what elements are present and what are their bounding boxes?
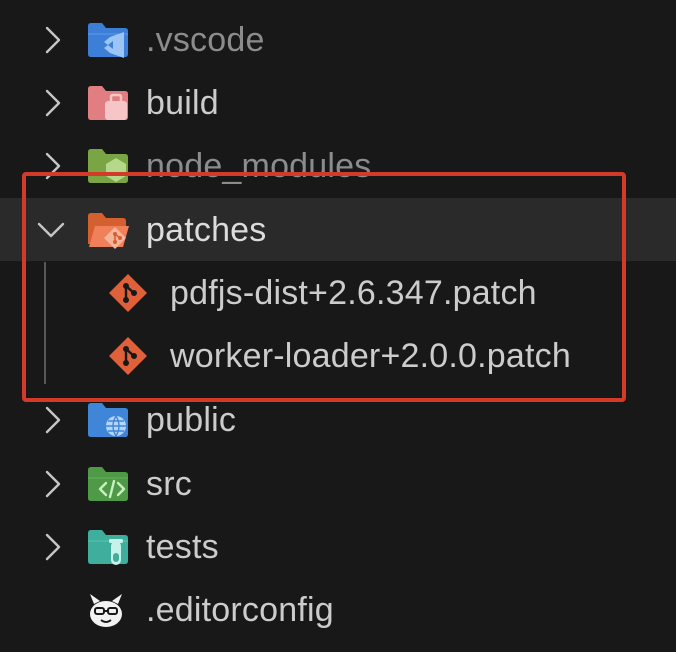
tree-item-label: pdfjs-dist+2.6.347.patch: [170, 273, 537, 312]
chevron-right-icon[interactable]: [38, 469, 68, 499]
tree-item-vscode[interactable]: .vscode: [0, 8, 676, 71]
tree-item-label: src: [146, 464, 192, 503]
tests-folder-icon: [88, 529, 128, 565]
tree-item-label: worker-loader+2.0.0.patch: [170, 336, 571, 375]
tree-item-worker-loader-patch[interactable]: worker-loader+2.0.0.patch: [0, 324, 676, 387]
tree-item-patches[interactable]: patches: [0, 198, 676, 261]
src-folder-icon: [88, 466, 128, 501]
editorconfig-icon: [90, 593, 122, 627]
tree-item-src[interactable]: src: [0, 452, 676, 515]
chevron-right-icon[interactable]: [38, 151, 68, 181]
chevron-right-icon[interactable]: [38, 25, 68, 55]
tree-item-build[interactable]: build: [0, 71, 676, 134]
public-folder-icon: [88, 402, 128, 437]
chevron-right-icon[interactable]: [38, 405, 68, 435]
tree-item-editorconfig[interactable]: .editorconfig: [0, 578, 676, 641]
file-explorer-tree: .vscode build node_modules patches pdfjs…: [0, 0, 676, 652]
tree-item-label: patches: [146, 210, 267, 249]
tree-item-label: tests: [146, 527, 219, 566]
chevron-down-icon[interactable]: [36, 215, 66, 245]
git-folder-open-icon: [88, 212, 129, 249]
chevron-right-icon[interactable]: [38, 532, 68, 562]
git-patch-icon: [109, 273, 147, 312]
build-folder-icon: [88, 85, 128, 120]
tree-item-label: .vscode: [146, 20, 265, 59]
tree-item-public[interactable]: public: [0, 388, 676, 451]
node-folder-icon: [88, 148, 128, 183]
vscode-folder-icon: [88, 22, 128, 58]
tree-item-tests[interactable]: tests: [0, 515, 676, 578]
tree-item-label: build: [146, 83, 219, 122]
chevron-right-icon[interactable]: [38, 88, 68, 118]
tree-item-label: node_modules: [146, 146, 372, 185]
tree-item-pdfjs-patch[interactable]: pdfjs-dist+2.6.347.patch: [0, 261, 676, 324]
tree-item-label: public: [146, 400, 237, 439]
git-patch-icon: [109, 336, 147, 375]
tree-item-node-modules[interactable]: node_modules: [0, 134, 676, 197]
tree-item-label: .editorconfig: [146, 590, 334, 629]
